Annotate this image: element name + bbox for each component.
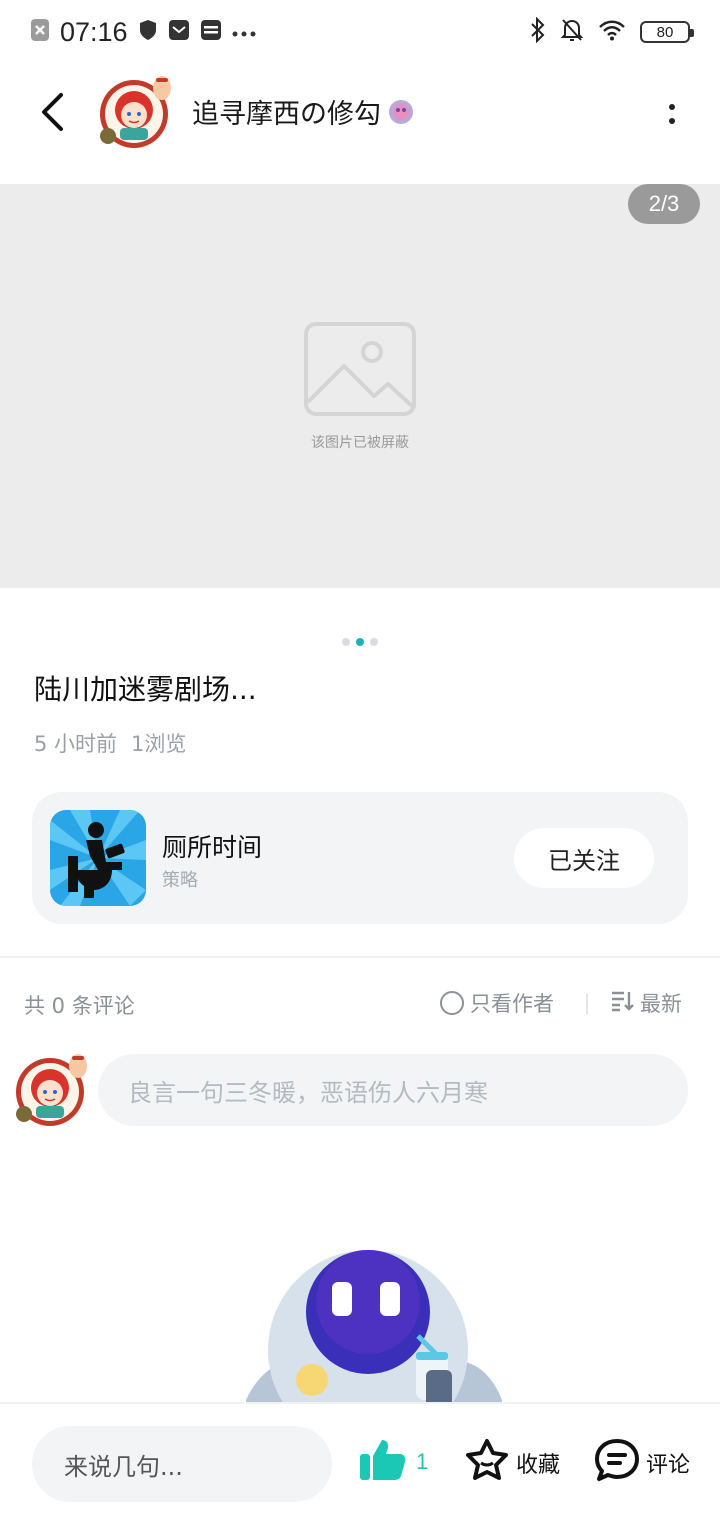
app-category: 策略 [162,870,198,891]
status-time: 07:16 [60,16,128,47]
app-close-icon [30,18,50,46]
image-placeholder-icon [304,322,416,416]
comments-count: 共 0 条评论 [24,994,135,1018]
sort-button[interactable]: 最新 [610,988,682,1018]
favorite-button[interactable]: 收藏 [464,1438,560,1488]
sort-separator [586,994,588,1014]
card-icon [200,19,222,45]
radio-circle-icon [440,991,464,1015]
related-app-card[interactable]: 厕所时间 策略 已关注 [32,792,688,924]
post-header: 追寻摩西の修勾 [0,64,720,164]
my-avatar[interactable] [14,1052,90,1128]
follow-button[interactable]: 已关注 [514,828,654,888]
post-views: 1浏览 [131,732,187,756]
post-title: 陆川加迷雾剧场... [34,673,257,706]
post-image-carousel[interactable]: 2/3 该图片已被屏蔽 [0,184,720,588]
image-counter-badge: 2/3 [628,184,700,224]
image-blocked-text: 该图片已被屏蔽 [311,435,409,451]
shield-icon [138,19,158,45]
comment-label: 评论 [646,1453,691,1478]
author-avatar[interactable] [98,74,174,150]
carousel-dot [370,638,378,646]
star-icon [464,1438,510,1488]
bluetooth-icon [530,16,546,47]
sort-icon [610,990,634,1017]
carousel-dot-active [356,638,364,646]
app-name: 厕所时间 [162,833,263,862]
author-name-row[interactable]: 追寻摩西の修勾 [192,92,415,131]
bottom-action-bar: 来说几句... 1 收藏 评论 [0,1402,720,1520]
sort-label: 最新 [640,992,682,1016]
post-meta: 5 小时前 1浏览 [34,728,186,758]
only-author-label: 只看作者 [470,992,554,1016]
status-bar-left: 07:16 [30,14,256,50]
comment-button[interactable]: 评论 [594,1438,690,1488]
like-count: 1 [416,1449,429,1474]
comment-input[interactable]: 良言一句三冬暖，恶语伤人六月寒 [98,1054,688,1126]
author-badge-icon [387,98,415,126]
author-name: 追寻摩西の修勾 [192,99,381,130]
battery-icon: 80 [640,21,694,43]
more-vertical-icon [669,104,675,110]
thumbs-up-icon [358,1438,406,1486]
section-divider [0,956,720,958]
only-author-toggle[interactable]: 只看作者 [440,988,554,1018]
empty-state-mascot [240,1240,510,1404]
quick-comment-input[interactable]: 来说几句... [32,1426,332,1502]
back-button[interactable] [28,84,76,140]
comment-bubble-icon [594,1438,640,1488]
status-bar-right: 80 [530,14,694,50]
more-options-button[interactable] [660,94,684,134]
carousel-dot [342,638,350,646]
post-time-ago: 5 小时前 [34,732,118,756]
more-dots-icon [232,23,256,42]
status-bar: 07:16 80 [0,0,720,64]
mail-icon [168,19,190,45]
favorite-label: 收藏 [516,1453,561,1478]
bell-off-icon [560,17,584,47]
back-arrow-icon [42,93,63,131]
wifi-icon [598,19,626,45]
app-icon[interactable] [50,810,146,906]
like-button[interactable]: 1 [358,1438,428,1486]
carousel-indicator [342,638,378,646]
